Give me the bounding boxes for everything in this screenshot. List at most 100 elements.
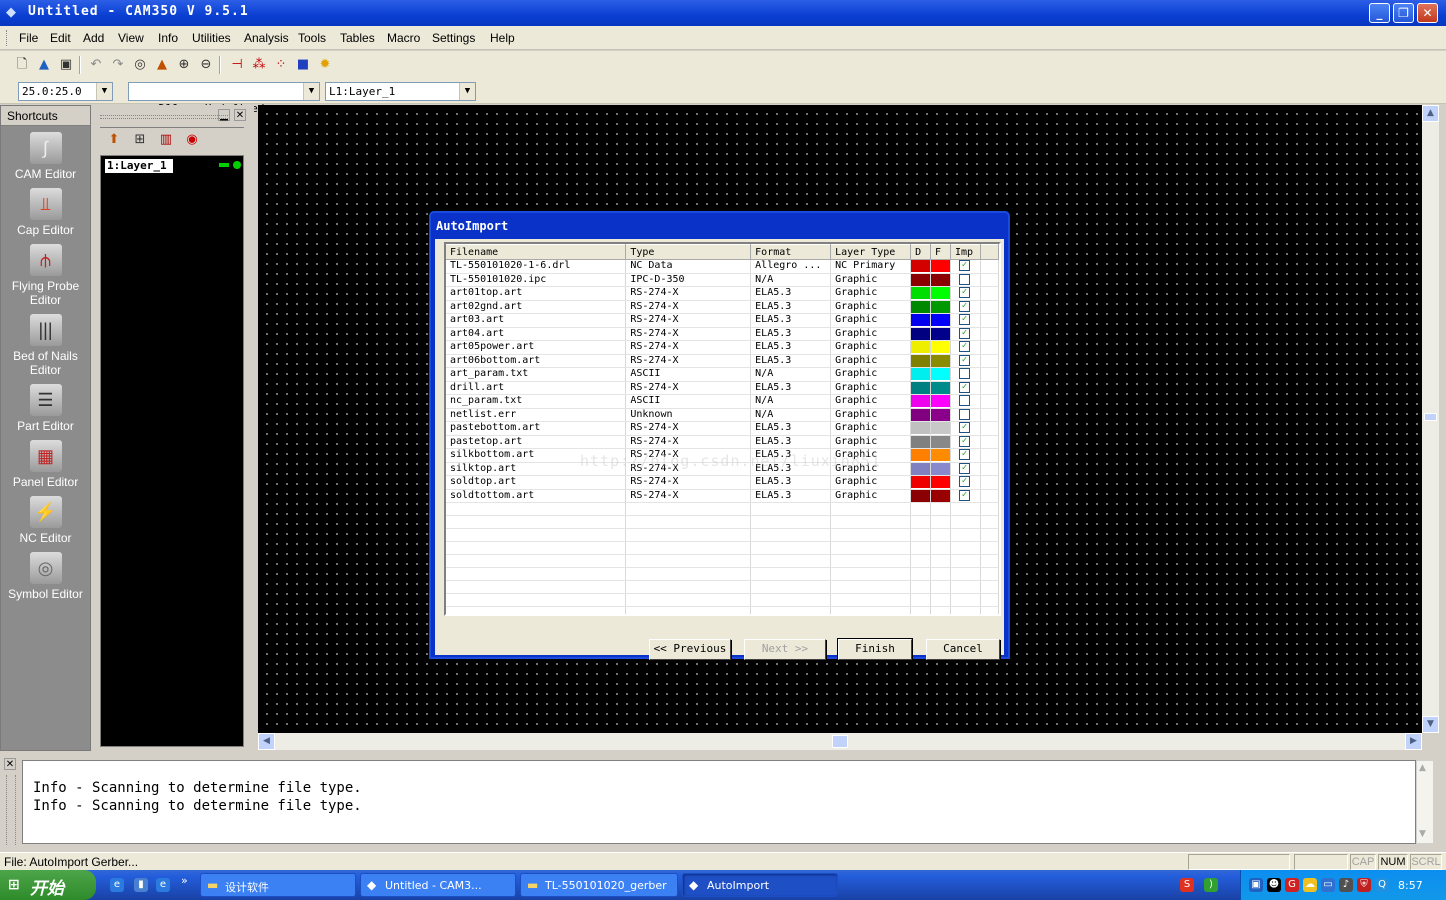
import-checkbox[interactable]: ✓ (959, 354, 971, 366)
grid-display-icon[interactable]: ⁘ (271, 55, 291, 75)
import-checkbox[interactable]: ✓ (959, 287, 971, 298)
shortcut-bed-of-nails-editor[interactable]: ||| Bed of Nails Editor (1, 314, 90, 377)
type-cell[interactable]: RS-274-X (625, 313, 752, 328)
layer-type-cell[interactable]: Graphic (830, 354, 912, 368)
draw-color-swatch[interactable] (910, 286, 932, 301)
layer-type-cell[interactable]: Graphic (830, 273, 912, 287)
import-checkbox[interactable] (959, 368, 971, 379)
layer-type-cell[interactable]: Graphic (830, 475, 912, 490)
format-cell[interactable]: ELA5.3 (750, 354, 832, 368)
flash-color-swatch[interactable] (930, 381, 952, 395)
import-checkbox[interactable]: ✓ (959, 435, 971, 447)
scroll-thumb[interactable] (1424, 413, 1437, 421)
filename-cell[interactable]: art04.art (446, 327, 627, 341)
menu-edit[interactable]: Edit (50, 31, 71, 45)
next-button[interactable]: Next >> (744, 639, 826, 660)
layer-type-cell[interactable]: Graphic (830, 327, 912, 341)
shortcut-part-editor[interactable]: ☰ Part Editor (1, 384, 90, 433)
scroll-down-icon[interactable]: ▼ (1419, 829, 1426, 839)
type-cell[interactable]: RS-274-X (625, 300, 752, 314)
shortcut-cap-editor[interactable]: ⫫ Cap Editor (1, 188, 90, 237)
format-cell[interactable]: Allegro ... (750, 259, 832, 274)
shortcut-flying-probe-editor[interactable]: ⫛ Flying Probe Editor (1, 244, 90, 307)
menu-add[interactable]: Add (83, 31, 104, 45)
flash-color-swatch[interactable] (930, 421, 952, 436)
grid-size-select[interactable]: 25.0:25.0 ▼ (18, 82, 113, 101)
col-d[interactable]: D (910, 244, 932, 260)
menu-tools[interactable]: Tools (298, 31, 326, 45)
zoom-in-icon[interactable]: ⊕ (174, 55, 194, 75)
import-checkbox[interactable]: ✓ (959, 462, 971, 474)
undo-icon[interactable]: ↶ (86, 55, 106, 75)
draw-color-swatch[interactable] (910, 421, 932, 436)
type-cell[interactable]: RS-274-X (625, 340, 752, 355)
type-cell[interactable]: ASCII (625, 367, 752, 382)
filename-cell[interactable]: art06bottom.art (446, 354, 627, 368)
task-cam350[interactable]: ◆ Untitled - CAM3... (360, 873, 516, 897)
layer-type-cell[interactable]: Graphic (830, 489, 912, 503)
flash-color-swatch[interactable] (930, 489, 952, 503)
table-row[interactable]: art_param.txt ASCII N/A Graphic (446, 367, 999, 382)
table-row[interactable]: drill.art RS-274-X ELA5.3 Graphic ✓ (446, 381, 999, 395)
zoom-window-icon[interactable]: ◎ (130, 55, 150, 75)
import-checkbox[interactable] (959, 408, 971, 420)
format-cell[interactable]: N/A (750, 408, 832, 422)
type-cell[interactable]: RS-274-X (625, 286, 752, 301)
zoom-out-icon[interactable]: ⊖ (196, 55, 216, 75)
layer-type-cell[interactable]: Graphic (830, 408, 912, 422)
flash-color-swatch[interactable] (930, 354, 952, 368)
type-cell[interactable]: ASCII (625, 394, 752, 409)
type-cell[interactable]: NC Data (625, 259, 752, 274)
flash-color-swatch[interactable] (930, 448, 952, 463)
table-row[interactable]: art04.art RS-274-X ELA5.3 Graphic ✓ (446, 327, 999, 341)
close-button[interactable]: ✕ (1417, 3, 1438, 23)
draw-color-swatch[interactable] (910, 367, 932, 382)
start-button[interactable]: ⊞ 开始 (0, 870, 96, 900)
wifi-icon[interactable]: ) (1204, 878, 1218, 892)
new-file-icon[interactable]: 🗋 (12, 55, 32, 75)
import-checkbox[interactable]: ✓ (959, 314, 971, 325)
layer-color-icon[interactable]: ■ (293, 55, 313, 75)
input-method-icon[interactable]: S (1180, 878, 1194, 892)
draw-color-swatch[interactable] (910, 475, 932, 490)
chevron-down-icon[interactable]: ▼ (459, 83, 475, 100)
col-filename[interactable]: Filename (446, 244, 627, 260)
table-row[interactable]: pastetop.art RS-274-X ELA5.3 Graphic ✓ (446, 435, 999, 449)
shield-icon[interactable]: ⛨ (1357, 878, 1371, 892)
output-scrollbar[interactable]: ▲ ▼ (1416, 760, 1434, 844)
filename-cell[interactable]: pastebottom.art (446, 421, 627, 436)
layer-type-cell[interactable]: Graphic (830, 435, 912, 449)
flash-color-swatch[interactable] (930, 313, 952, 328)
col-f[interactable]: F (930, 244, 952, 260)
redo-icon[interactable]: ↷ (108, 55, 128, 75)
format-cell[interactable]: ELA5.3 (750, 327, 832, 341)
draw-color-swatch[interactable] (910, 448, 932, 463)
col-format[interactable]: Format (750, 244, 832, 260)
color-palette-icon[interactable]: ✹ (315, 55, 335, 75)
type-cell[interactable]: RS-274-X (625, 354, 752, 368)
dcode-select[interactable]: D10 Undefined ▼ (128, 82, 320, 115)
qq-icon[interactable]: ☻ (1267, 878, 1281, 892)
import-checkbox[interactable]: ✓ (959, 422, 971, 433)
filename-cell[interactable]: soldtottom.art (446, 489, 627, 503)
restore-button[interactable]: ❐ (1393, 3, 1414, 23)
format-cell[interactable]: ELA5.3 (750, 340, 832, 355)
layer-type-cell[interactable]: NC Primary (830, 259, 912, 274)
scroll-right-icon[interactable]: ▶ (1405, 733, 1422, 750)
flash-color-swatch[interactable] (930, 408, 952, 422)
filename-cell[interactable]: netlist.err (446, 408, 627, 422)
draw-color-swatch[interactable] (910, 300, 932, 314)
format-cell[interactable]: ELA5.3 (750, 489, 832, 503)
shortcut-symbol-editor[interactable]: ◎ Symbol Editor (1, 552, 90, 601)
layer-type-cell[interactable]: Graphic (830, 340, 912, 355)
filename-cell[interactable]: art03.art (446, 313, 627, 328)
chevron-down-icon[interactable]: ▼ (303, 83, 319, 100)
filename-cell[interactable]: TL-550101020.ipc (446, 273, 627, 287)
flash-color-swatch[interactable] (930, 435, 952, 449)
quicklaunch-icon[interactable]: ▮ (134, 878, 148, 892)
format-cell[interactable]: ELA5.3 (750, 421, 832, 436)
table-row[interactable]: art05power.art RS-274-X ELA5.3 Graphic ✓ (446, 340, 999, 355)
layer-type-cell[interactable]: Graphic (830, 381, 912, 395)
layer-row[interactable]: 1:Layer_1 (105, 159, 173, 173)
format-cell[interactable]: ELA5.3 (750, 286, 832, 301)
